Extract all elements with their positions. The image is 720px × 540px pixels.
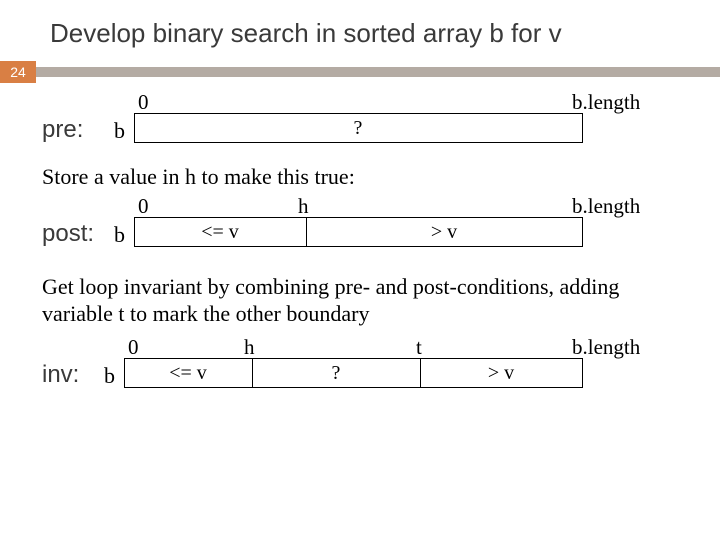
title-underline: [36, 67, 720, 77]
post-index-right: b.length: [572, 193, 640, 219]
post-border-right: [582, 217, 583, 247]
inv-border-right: [582, 358, 583, 388]
inv-index-t: t: [416, 334, 422, 360]
inv-cell-gtv: > v: [420, 358, 582, 388]
inv-cell-lev: <= v: [124, 358, 252, 388]
pre-index-left: 0: [138, 89, 149, 115]
inv-array-name: b: [104, 362, 115, 390]
store-text: Store a value in h to make this true:: [42, 163, 678, 191]
post-cell-gtv: > v: [306, 217, 582, 247]
pre-cell-unknown: ?: [134, 113, 582, 143]
inv-index-right: b.length: [572, 334, 640, 360]
slide-number-badge: 24: [0, 61, 36, 83]
inv-label: inv:: [42, 360, 79, 390]
inv-index-h: h: [244, 334, 255, 360]
post-label: post:: [42, 219, 94, 249]
slide-number-bar: 24: [0, 61, 720, 83]
pre-border-right: [582, 113, 583, 143]
post-diagram: post: b 0 h b.length <= v > v: [42, 193, 678, 257]
pre-array-name: b: [114, 117, 125, 145]
inv-text: Get loop invariant by combining pre- and…: [42, 273, 678, 328]
pre-index-right: b.length: [572, 89, 640, 115]
pre-label: pre:: [42, 115, 83, 145]
inv-index-left: 0: [128, 334, 139, 360]
page-title: Develop binary search in sorted array b …: [0, 0, 720, 61]
pre-diagram: pre: b 0 b.length ?: [42, 89, 678, 153]
post-index-h: h: [298, 193, 309, 219]
post-index-left: 0: [138, 193, 149, 219]
inv-diagram: inv: b 0 h t b.length <= v ? > v: [42, 334, 678, 398]
post-array-name: b: [114, 221, 125, 249]
inv-cell-unknown: ?: [252, 358, 420, 388]
slide-content: pre: b 0 b.length ? Store a value in h t…: [0, 89, 720, 398]
post-cell-lev: <= v: [134, 217, 306, 247]
